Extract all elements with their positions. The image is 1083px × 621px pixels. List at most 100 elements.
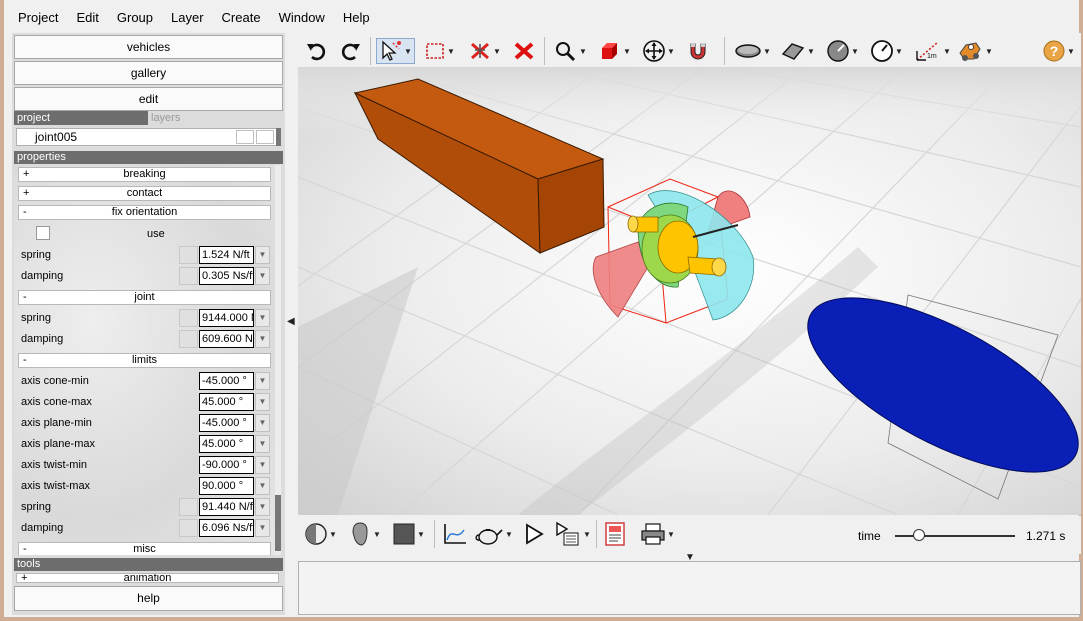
teapot-icon[interactable]: ▼ [474,521,513,547]
twist-min-field[interactable]: -90.000 ° [199,456,254,474]
group-label: limits [131,354,158,366]
color-swatch-icon[interactable]: ▼ [392,521,425,547]
plane-icon[interactable]: ▼ [780,38,815,64]
joint-remove-icon[interactable]: ▼ [468,38,501,64]
fix-damping-dropdown[interactable]: ▼ [255,267,270,285]
plane-max-field[interactable]: 45.000 ° [199,435,254,453]
group-label: contact [126,187,163,199]
cone-min-field[interactable]: -45.000 ° [199,372,254,390]
3d-viewport[interactable] [298,67,1081,515]
undo-icon[interactable] [305,38,327,64]
dial-icon[interactable]: ▼ [826,38,859,64]
move-icon[interactable]: ▼ [642,38,675,64]
graph-icon[interactable] [442,521,468,547]
menu-window[interactable]: Window [270,10,334,25]
time-slider-knob[interactable] [913,529,925,541]
edit-button[interactable]: edit [14,87,283,111]
fix-damping-field[interactable]: 0.305 Ns/ft [199,267,254,285]
panel-tabs: project layers [14,111,283,125]
delete-icon[interactable] [512,38,536,64]
tab-layers[interactable]: layers [148,111,283,125]
head-icon[interactable]: ▼ [348,521,381,547]
group-contact[interactable]: + contact [18,186,271,201]
limits-spring-field[interactable]: 91.440 N/ft [199,498,254,516]
fix-damping-key[interactable] [179,267,198,285]
group-limits[interactable]: - limits [18,353,271,368]
console-panel[interactable] [298,561,1081,615]
select-icon[interactable]: ▼ [376,38,415,64]
toolbar-separator [544,37,545,65]
cone-max-field[interactable]: 45.000 ° [199,393,254,411]
joint-damping-key[interactable] [179,330,198,348]
joint-spring-dropdown[interactable]: ▼ [255,309,270,327]
collapse-panel-arrow[interactable]: ◀ [287,316,295,328]
vehicles-button[interactable]: vehicles [14,35,283,59]
lock-toggle[interactable] [256,130,274,144]
limits-spring-dropdown[interactable]: ▼ [255,498,270,516]
joint-damping-label: damping [21,333,64,345]
cone-max-label: axis cone-max [21,396,92,408]
group-misc[interactable]: - misc [18,542,271,555]
visibility-toggle[interactable] [236,130,254,144]
group-joint[interactable]: - joint [18,290,271,305]
measure-icon[interactable]: 1m ▼ [914,38,951,64]
play-icon[interactable] [522,521,546,547]
group-fix-orientation[interactable]: - fix orientation [18,205,271,220]
magnet-icon[interactable] [686,38,710,64]
cone-min-dropdown[interactable]: ▼ [255,372,270,390]
plane-min-dropdown[interactable]: ▼ [255,414,270,432]
joint-damping-field[interactable]: 609.600 Ns/ft [199,330,254,348]
scrollbar-thumb[interactable] [275,495,281,551]
disc-icon[interactable]: ▼ [734,38,771,64]
plane-min-field[interactable]: -45.000 ° [199,414,254,432]
help-icon[interactable]: ? ▼ [1042,38,1075,64]
tab-project[interactable]: project [14,111,148,125]
group-breaking[interactable]: + breaking [18,167,271,182]
fix-spring-field[interactable]: 1.524 N/ft [199,246,254,264]
shading-icon[interactable]: ▼ [304,521,337,547]
box-icon[interactable]: ▼ [598,38,631,64]
menu-create[interactable]: Create [213,10,270,25]
menu-help[interactable]: Help [334,10,379,25]
cone-max-dropdown[interactable]: ▼ [255,393,270,411]
toolbar-separator [596,520,597,548]
limits-spring-key[interactable] [179,498,198,516]
collapse-sign: - [23,206,27,218]
fix-spring-key[interactable] [179,246,198,264]
plane-max-dropdown[interactable]: ▼ [255,435,270,453]
twist-max-field[interactable]: 90.000 ° [199,477,254,495]
joint-spring-field[interactable]: 9144.000 N/ft [199,309,254,327]
menu-edit[interactable]: Edit [67,10,107,25]
limits-damping-key[interactable] [179,519,198,537]
help-button[interactable]: help [14,586,283,611]
menu-project[interactable]: Project [8,10,67,25]
zoom-icon[interactable]: ▼ [554,38,587,64]
fix-spring-label: spring [21,249,51,261]
use-checkbox[interactable] [36,226,50,240]
menu-layer[interactable]: Layer [162,10,213,25]
group-animation[interactable]: + animation [16,573,279,583]
fix-damping-label: damping [21,270,64,282]
rect-select-icon[interactable]: ▼ [424,38,455,64]
limits-damping-field[interactable]: 6.096 Ns/ft [199,519,254,537]
notes-icon[interactable] [604,521,626,547]
twist-min-dropdown[interactable]: ▼ [255,456,270,474]
gallery-button[interactable]: gallery [14,61,283,85]
group-label: misc [133,543,156,555]
redo-icon[interactable] [340,38,362,64]
fix-spring-dropdown[interactable]: ▼ [255,246,270,264]
step-play-icon[interactable]: ▼ [554,521,591,547]
twist-max-dropdown[interactable]: ▼ [255,477,270,495]
menu-group[interactable]: Group [108,10,162,25]
properties-scrollbar[interactable] [275,165,281,555]
main-toolbar: ▼ ▼ ▼ ▼ ▼ ▼ ▼ ▼ ▼ ▼ 1m ▼ ▼ ? ▼ [298,33,1081,67]
gauge-icon[interactable]: ▼ [870,38,903,64]
project-scrollbar[interactable] [276,128,281,146]
joint-damping-dropdown[interactable]: ▼ [255,330,270,348]
bottom-toolbar: ▼ ▼ ▼ ▼ ▼ ▼ time 1.271 s [298,516,1081,554]
print-icon[interactable]: ▼ [640,521,675,547]
joint-spring-key[interactable] [179,309,198,327]
limits-damping-dropdown[interactable]: ▼ [255,519,270,537]
project-item-row[interactable]: joint005 [16,128,279,146]
vehicle-icon[interactable]: ▼ [956,38,993,64]
